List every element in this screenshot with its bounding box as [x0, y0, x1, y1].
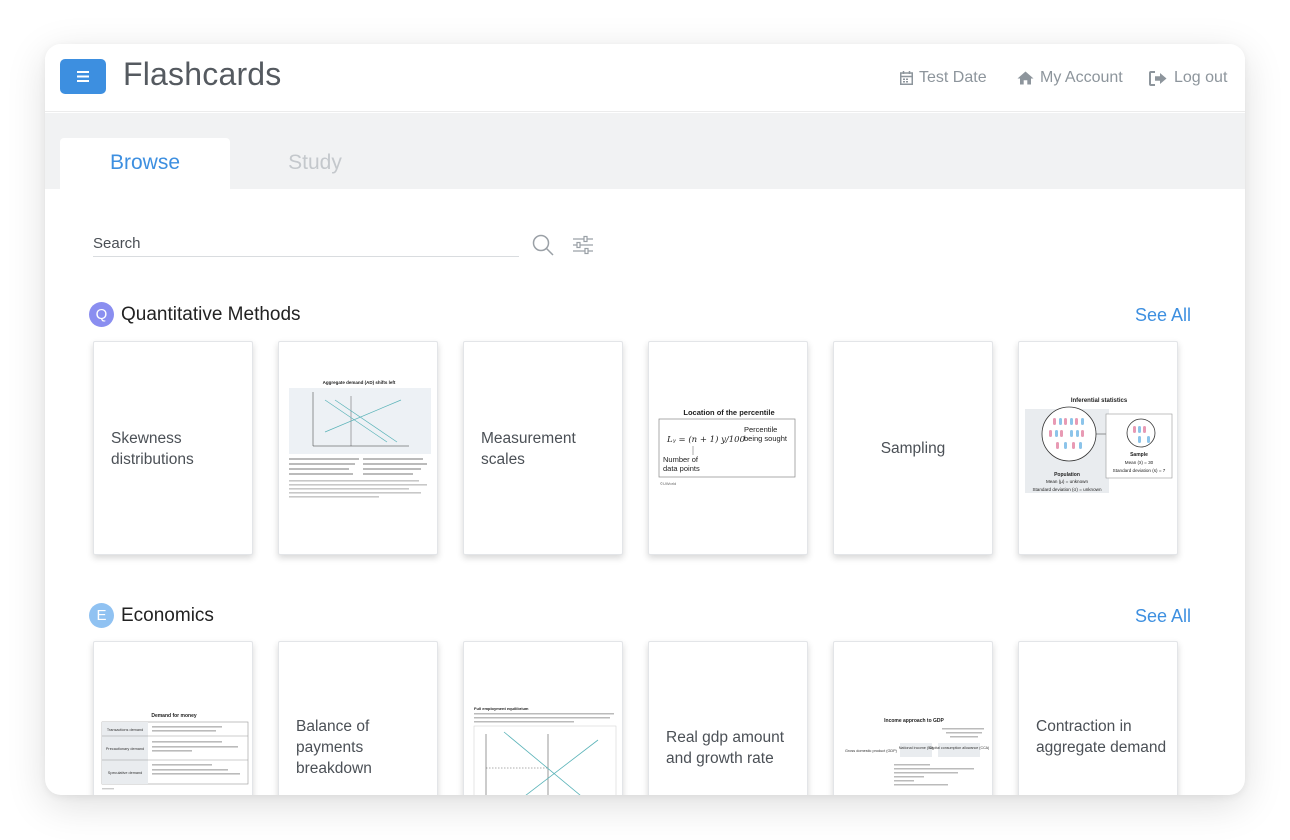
card-figure-demand-for-money: Demand for money Transactions demand Pre…	[101, 713, 249, 790]
flashcard[interactable]: Contraction in aggregate demand	[1018, 641, 1178, 795]
flashcard[interactable]: Location of the percentile Lᵧ = (n + 1) …	[648, 341, 808, 555]
card-text: Contraction in aggregate demand	[1036, 718, 1167, 756]
figure-title: Income approach to GDP	[884, 718, 944, 724]
logout-label: Log out	[1174, 69, 1228, 86]
flashcard[interactable]: Sampling	[833, 341, 993, 555]
section-badge: E	[89, 603, 114, 628]
see-all-economics-link[interactable]: See All	[1135, 606, 1191, 627]
card-text: Real gdp amount and growth rate	[666, 729, 785, 767]
section-badge: Q	[89, 302, 114, 327]
hamburger-icon	[77, 71, 89, 82]
card-figure-percentile: Location of the percentile Lᵧ = (n + 1) …	[658, 408, 796, 486]
flashcard[interactable]: Inferential statistics Population Mean (…	[1018, 341, 1178, 555]
card-text: Measurement scales	[481, 430, 576, 468]
figure-row-2: Precautionary demand	[106, 747, 144, 751]
figure-pop-mean: Mean (μ) = unknown	[1046, 479, 1089, 484]
figure-title: Aggregate demand (AD) shifts left	[323, 380, 396, 385]
flashcard[interactable]: Demand for money Transactions demand Pre…	[93, 641, 253, 795]
figure-sample-sd: Standard deviation (s) = 7	[1113, 468, 1166, 473]
figure-title: Demand for money	[151, 713, 197, 719]
section-label: Economics	[121, 604, 214, 626]
tab-browse[interactable]: Browse	[60, 138, 230, 189]
calendar-icon	[900, 71, 913, 85]
page-title: Flashcards	[123, 56, 282, 92]
card-text: Balance of payments breakdown	[296, 718, 372, 777]
figure-credit: ©UWorld	[660, 481, 676, 486]
figure-row-3: Speculative demand	[108, 771, 142, 775]
figure-pop-sd: Standard deviation (σ) = unknown	[1032, 487, 1102, 492]
flashcard[interactable]: Full employment equilibrium	[463, 641, 623, 795]
card-figure-income-approach: Income approach to GDP Gross domestic pr…	[845, 718, 990, 786]
flashcard[interactable]: Measurement scales	[463, 341, 623, 555]
card-figure-aggregate-demand: Aggregate demand (AD) shifts left	[289, 380, 431, 498]
figure-right: Capital consumption allowance (CCA)	[929, 746, 990, 750]
logout-link[interactable]: Log out	[1149, 69, 1227, 87]
card-figure-inferential-statistics: Inferential statistics Population Mean (…	[1025, 398, 1173, 493]
flashcard[interactable]: Skewness distributions	[93, 341, 253, 555]
app-window: Flashcards Test Date My Account Log out	[45, 44, 1245, 795]
figure-formula: Lᵧ = (n + 1) y/100	[666, 434, 746, 445]
figure-title: Location of the percentile	[683, 408, 774, 417]
flashcard[interactable]: Balance of payments breakdown	[278, 641, 438, 795]
figure-title: Inferential statistics	[1071, 398, 1128, 404]
figure-label-right: Percentile	[744, 425, 777, 434]
section-title-economics: E Economics	[89, 603, 214, 628]
figure-left: Gross domestic product (GDP)	[845, 749, 898, 753]
figure-sample-mean: Mean (x̄) = 30	[1125, 460, 1154, 465]
my-account-label: My Account	[1040, 69, 1123, 86]
see-all-quantitative-link[interactable]: See All	[1135, 305, 1191, 326]
flashcard[interactable]: Income approach to GDP Gross domestic pr…	[833, 641, 993, 795]
figure-sample: Sample	[1130, 452, 1148, 458]
tab-study[interactable]: Study	[230, 138, 400, 189]
my-account-link[interactable]: My Account	[1017, 69, 1123, 87]
search-icon[interactable]	[532, 234, 554, 256]
card-text: Skewness distributions	[111, 430, 194, 468]
menu-button[interactable]	[60, 59, 106, 94]
search-bar	[93, 230, 519, 257]
test-date-label: Test Date	[919, 69, 987, 86]
search-input[interactable]	[93, 230, 519, 256]
section-title-quantitative-methods: Q Quantitative Methods	[89, 302, 301, 327]
home-icon	[1017, 71, 1034, 85]
filter-icon[interactable]	[572, 235, 594, 255]
flashcard[interactable]: Real gdp amount and growth rate	[648, 641, 808, 795]
figure-label-below: Number of	[663, 455, 699, 464]
test-date-link[interactable]: Test Date	[900, 69, 987, 87]
card-text: Sampling	[880, 440, 946, 457]
figure-population: Population	[1054, 472, 1080, 478]
figure-row-1: Transactions demand	[107, 728, 143, 732]
figure-title: Full employment equilibrium	[474, 706, 529, 711]
card-figure-full-employment: Full employment equilibrium	[473, 706, 617, 795]
app-header: Flashcards Test Date My Account Log out	[45, 44, 1245, 112]
figure-label-below-2: data points	[663, 464, 700, 473]
flashcard[interactable]: Aggregate demand (AD) shifts left	[278, 341, 438, 555]
section-label: Quantitative Methods	[121, 303, 301, 325]
figure-label-right-2: being sought	[744, 434, 788, 443]
logout-icon	[1149, 70, 1167, 86]
